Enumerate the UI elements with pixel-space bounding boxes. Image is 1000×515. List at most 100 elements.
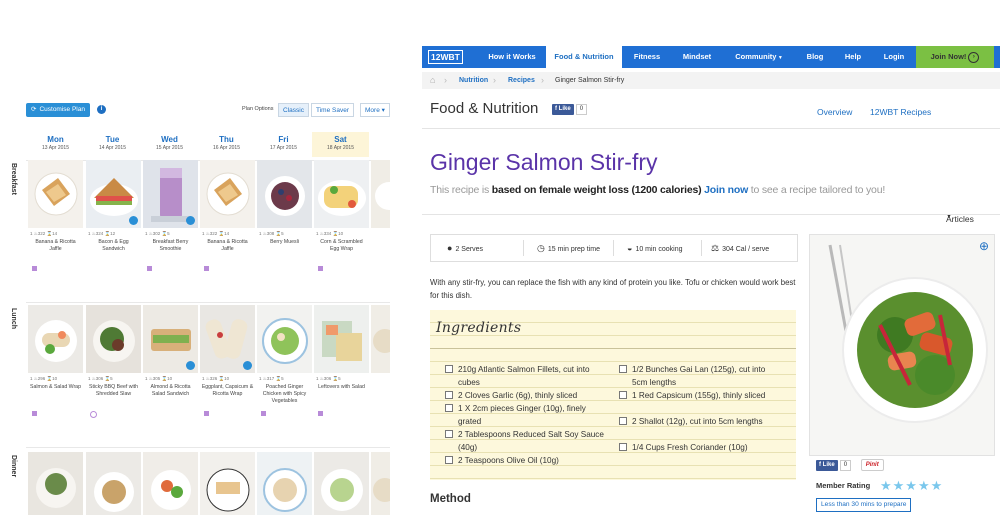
divider [422, 128, 1000, 129]
cooking-time-info: ◒ 10 min cooking [627, 235, 683, 261]
meal-card[interactable]: 1 ♨334 ⌛10 Corn & Scrambled Egg Wrap [314, 160, 369, 271]
plan-more-dropdown[interactable]: More ▾ [360, 103, 390, 117]
checkbox[interactable] [445, 365, 453, 373]
meal-card[interactable]: 1 ♨324 ⌛12 Bacon & Egg Sandwich [86, 160, 141, 261]
breadcrumb-separator: › [493, 75, 496, 85]
plan-time-saver-button[interactable]: Time Saver [311, 103, 354, 117]
meal-tag-icon [261, 411, 266, 416]
checkbox[interactable] [445, 430, 453, 438]
meal-card[interactable] [143, 452, 198, 515]
info-icon[interactable]: i [97, 105, 106, 114]
checkbox[interactable] [619, 443, 627, 451]
meal-photo [86, 160, 141, 228]
nav-join-now[interactable]: Join Now! › [916, 46, 994, 68]
swap-icon[interactable] [186, 216, 195, 225]
customise-plan-button[interactable]: ⟳ Customise Plan [26, 103, 90, 117]
facebook-like-button[interactable]: f Like 0 [816, 460, 852, 471]
ingredient-item[interactable]: 1 X 2cm pieces Ginger (10g), finely grat… [445, 402, 608, 428]
recipe-photo[interactable]: ⊕ [809, 234, 995, 456]
meal-card[interactable] [371, 452, 390, 515]
checkbox[interactable] [619, 365, 627, 373]
nav-how-it-works[interactable]: How it Works [480, 46, 544, 68]
meal-photo [314, 160, 369, 228]
ingredient-item[interactable]: 2 Teaspoons Olive Oil (10g) [445, 454, 608, 467]
meal-card[interactable]: 1 ♨322 ⌛14 Banana & Ricotta Jaffle [28, 160, 83, 271]
star-rating[interactable]: ★★★★★ [880, 478, 943, 494]
day-header-row: Mon 13 Apr 2015 Tue 14 Apr 2015 Wed 15 Apr … [26, 132, 390, 157]
meal-photo [143, 160, 198, 228]
meal-photo [28, 452, 83, 515]
meal-card[interactable]: 1 ♨322 ⌛14 Banana & Ricotta Jaffle [200, 160, 255, 271]
arrow-right-icon: › [968, 51, 980, 63]
checkbox[interactable] [445, 456, 453, 464]
day-header-thu[interactable]: Thu 16 Apr 2015 [198, 132, 255, 157]
home-icon[interactable]: ⌂ [430, 72, 435, 89]
meal-card[interactable] [28, 452, 83, 515]
prep-time-badge: Less than 30 mins to prepare [816, 498, 912, 512]
meal-card[interactable]: 1 ♨308 ⌛5 Berry Muesli [257, 160, 312, 261]
nav-community[interactable]: Community ▼ [724, 46, 794, 68]
meal-tag-icon [32, 266, 37, 271]
ingredient-item[interactable]: 2 Shallot (12g), cut into 5cm lengths [619, 415, 782, 428]
breadcrumb-nutrition[interactable]: Nutrition [459, 72, 488, 89]
pinterest-pin-button[interactable]: Pinit [860, 459, 884, 471]
ingredient-item[interactable]: 1/4 Cups Fresh Coriander (10g) [619, 441, 782, 454]
calories-info: ⚖ 304 Cal / serve [711, 235, 769, 261]
plan-classic-button[interactable]: Classic [278, 103, 309, 117]
prep-time-info: ◷ 15 min prep time [537, 235, 600, 261]
checkbox[interactable] [445, 404, 453, 412]
meal-card[interactable]: 1 ♨305 ⌛10 Almond & Ricotta Salad Sandwi… [143, 305, 198, 406]
checkbox[interactable] [619, 391, 627, 399]
nav-fitness[interactable]: Fitness [624, 46, 670, 68]
ingredient-item[interactable]: 210g Atlantic Salmon Fillets, cut into c… [445, 363, 598, 389]
logo-12wbt[interactable]: 12WBT [428, 50, 463, 64]
swap-icon[interactable] [243, 361, 252, 370]
day-header-wed[interactable]: Wed 15 Apr 2015 [141, 132, 198, 157]
day-header-mon[interactable]: Mon 13 Apr 2015 [27, 132, 84, 157]
join-now-link[interactable]: Join now [704, 184, 748, 196]
section-label-breakfast: Breakfast [10, 163, 17, 195]
ingredient-item[interactable]: 2 Tablespoons Reduced Salt Soy Sauce (40… [445, 428, 608, 454]
nav-help[interactable]: Help [836, 46, 870, 68]
day-header-fri[interactable]: Fri 17 Apr 2015 [255, 132, 312, 157]
zoom-icon[interactable]: ⊕ [979, 239, 989, 253]
meal-card[interactable]: 1 ♨302 ⌛5 Breakfast Berry Smoothie [143, 160, 198, 271]
ingredient-item[interactable]: 1 Red Capsicum (155g), thinly sliced [619, 389, 782, 402]
ingredients-heading: Ingredients [436, 320, 522, 336]
breadcrumb-recipes[interactable]: Recipes [508, 72, 535, 89]
meal-card[interactable] [86, 452, 141, 515]
day-header-sat[interactable]: Sat 18 Apr 2015 [312, 132, 369, 157]
nav-mindset[interactable]: Mindset [672, 46, 722, 68]
meal-card[interactable]: 1 ♨296 ⌛10 Salmon & Salad Wrap [28, 305, 83, 416]
meal-card[interactable] [257, 452, 312, 515]
meal-photo [371, 160, 390, 228]
meal-photo [86, 305, 141, 373]
meal-card[interactable]: 1 ♨306 ⌛5 Leftovers with Salad [314, 305, 369, 416]
ingredients-panel: Ingredients 210g Atlantic Salmon Fillets… [430, 310, 796, 480]
meal-tag-icon [90, 411, 97, 418]
day-header-tue[interactable]: Tue 14 Apr 2015 [84, 132, 141, 157]
subnav-overview[interactable]: Overview [817, 107, 852, 117]
subnav-12wbt-recipes[interactable]: 12WBT Recipes [870, 107, 931, 117]
meal-card[interactable]: 1 ♨317 ⌛5 Poached Ginger Chicken with Sp… [257, 305, 312, 416]
meal-card[interactable]: 1 ♨306 ⌛5 Sticky BBQ Beef with Shredded … [86, 305, 141, 418]
person-icon: ● [447, 243, 453, 253]
swap-icon[interactable] [129, 216, 138, 225]
nav-food-nutrition[interactable]: Food & Nutrition [546, 46, 622, 68]
meal-card[interactable] [314, 452, 369, 515]
ingredient-item[interactable]: 2 Cloves Garlic (6g), thinly sliced [445, 389, 608, 402]
facebook-like-button[interactable]: f Like 0 [552, 104, 588, 115]
nav-blog[interactable]: Blog [798, 46, 832, 68]
swap-icon[interactable] [186, 361, 195, 370]
meal-photo [371, 305, 390, 373]
meal-card[interactable] [200, 452, 255, 515]
checkbox[interactable] [445, 391, 453, 399]
checkbox[interactable] [619, 417, 627, 425]
meal-card[interactable] [371, 160, 390, 228]
nav-login[interactable]: Login [874, 46, 914, 68]
meal-card[interactable] [371, 305, 390, 373]
meal-photo [143, 305, 198, 373]
facebook-icon: f Like [816, 460, 838, 471]
meal-card[interactable]: 1 ♨326 ⌛10 Eggplant, Capsicum & Ricotta … [200, 305, 255, 416]
ingredient-item[interactable]: 1/2 Bunches Gai Lan (125g), cut into 5cm… [619, 363, 782, 389]
